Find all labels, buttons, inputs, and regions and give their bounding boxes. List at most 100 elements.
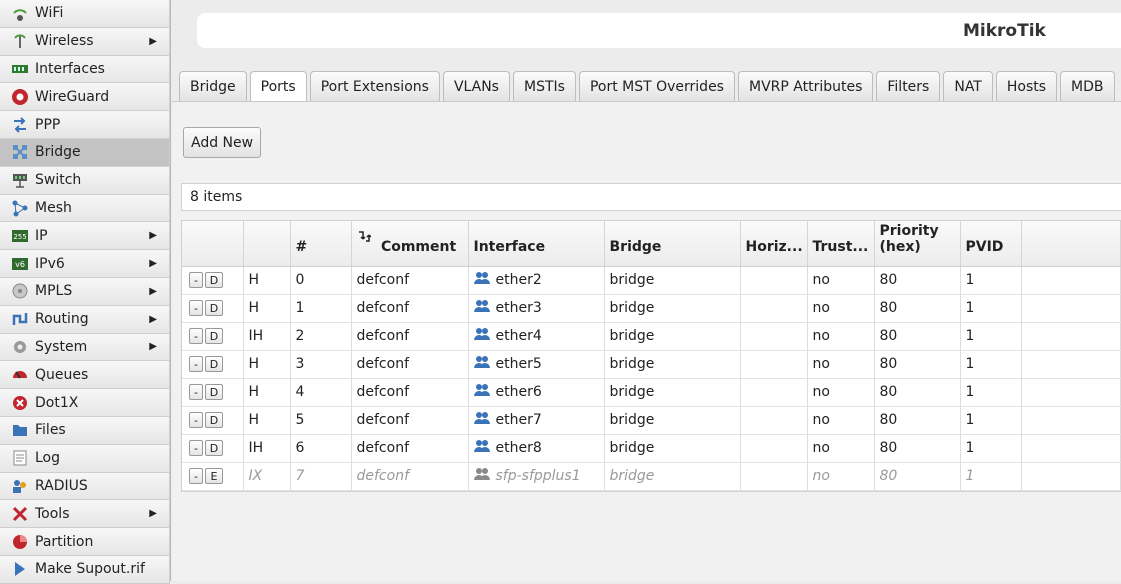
table-row[interactable]: - D H 3 defconf ether5 bridge no 80 1 (182, 350, 1121, 379)
sidebar-item-dot1x[interactable]: Dot1X (0, 389, 170, 417)
sidebar-item-wireguard[interactable]: WireGuard (0, 83, 170, 112)
tab-port-extensions[interactable]: Port Extensions (309, 71, 440, 101)
sidebar-item-routing[interactable]: Routing ▶ (0, 305, 170, 334)
row-number: 1 (290, 294, 352, 323)
row-interface[interactable]: sfp-sfpplus1 (468, 462, 605, 491)
col-interface-header[interactable]: Interface (468, 221, 605, 267)
content-panel: Add New 8 items # Comment Interface Brid… (172, 102, 1121, 581)
disable-button[interactable]: D (205, 272, 223, 288)
row-horizon (740, 434, 808, 463)
row-actions: -D (182, 294, 244, 323)
sidebar-item-partition[interactable]: Partition (0, 528, 170, 556)
system-icon (10, 338, 30, 356)
submenu-arrow-icon: ▶ (149, 258, 157, 270)
row-interface[interactable]: ether2 (468, 266, 605, 295)
sidebar-item-files[interactable]: Files (0, 416, 170, 445)
sidebar-item-mpls[interactable]: MPLS ▶ (0, 277, 170, 306)
tab-vlans[interactable]: VLANs (442, 71, 510, 101)
remove-button[interactable]: - (189, 300, 203, 316)
table-row[interactable]: - D H 4 defconf ether6 bridge no 80 1 (182, 378, 1121, 407)
disable-button[interactable]: D (205, 328, 223, 344)
tab-mstis[interactable]: MSTIs (512, 71, 576, 101)
row-interface[interactable]: ether6 (468, 378, 605, 407)
interface-icon (473, 271, 490, 289)
interface-icon (473, 383, 490, 401)
sidebar-item-system[interactable]: System ▶ (0, 333, 170, 362)
tab-port-mst-overrides[interactable]: Port MST Overrides (578, 71, 735, 101)
row-priority: 80 (874, 406, 961, 435)
tab-hosts[interactable]: Hosts (995, 71, 1058, 101)
sidebar-item-bridge[interactable]: Bridge (0, 138, 170, 167)
table-row[interactable]: - D H 5 defconf ether7 bridge no 80 1 (182, 406, 1121, 435)
bridge-icon (10, 143, 30, 161)
row-interface[interactable]: ether8 (468, 434, 605, 463)
row-comment: defconf (351, 406, 469, 435)
tab-mvrp-attributes[interactable]: MVRP Attributes (737, 71, 874, 101)
sidebar-item-ipv6[interactable]: v6 IPv6 ▶ (0, 250, 170, 278)
col-horizon-header[interactable]: Horiz... (740, 221, 808, 267)
col-trusted-header[interactable]: Trust... (807, 221, 875, 267)
col-priority-header[interactable]: Priority (hex) (874, 221, 961, 267)
disable-button[interactable]: D (205, 412, 223, 428)
col-number-header[interactable]: # (290, 221, 352, 267)
disable-button[interactable]: D (205, 300, 223, 316)
sidebar-item-label: RADIUS (35, 477, 88, 494)
row-flags: H (243, 294, 291, 323)
row-interface[interactable]: ether4 (468, 322, 605, 351)
sidebar-item-interfaces[interactable]: Interfaces (0, 55, 170, 84)
sidebar-item-wireless[interactable]: Wireless ▶ (0, 27, 170, 56)
remove-button[interactable]: - (189, 412, 203, 428)
remove-button[interactable]: - (189, 356, 203, 372)
table-row[interactable]: - E IX 7 defconf sfp-sfpplus1 bridge no 80 1 (182, 462, 1121, 491)
sidebar-item-radius[interactable]: RADIUS (0, 472, 170, 501)
tab-nat[interactable]: NAT (943, 71, 993, 101)
sidebar-item-make-supout-rif[interactable]: Make Supout.rif (0, 555, 170, 584)
row-horizon (740, 350, 808, 379)
table-row[interactable]: - D H 0 defconf ether2 bridge no 80 1 (182, 266, 1121, 295)
sidebar-item-ppp[interactable]: PPP (0, 111, 170, 139)
enable-button[interactable]: E (205, 468, 223, 484)
add-new-button[interactable]: Add New (183, 127, 262, 158)
row-trusted: no (807, 434, 875, 463)
row-interface[interactable]: ether7 (468, 406, 605, 435)
row-bridge: bridge (604, 378, 741, 407)
sidebar-item-switch[interactable]: Switch (0, 166, 170, 195)
row-bridge: bridge (604, 434, 741, 463)
remove-button[interactable]: - (189, 468, 203, 484)
row-comment: defconf (351, 378, 469, 407)
row-interface[interactable]: ether3 (468, 294, 605, 323)
items-count-bar: 8 items (181, 183, 1121, 211)
row-number: 6 (290, 434, 352, 463)
tab-filters[interactable]: Filters (876, 71, 941, 101)
sidebar-item-ip[interactable]: 255 IP ▶ (0, 222, 170, 251)
sidebar-item-label: Interfaces (35, 60, 105, 77)
row-number: 2 (290, 322, 352, 351)
table-row[interactable]: - D IH 6 defconf ether8 bridge no 80 1 (182, 434, 1121, 463)
row-actions: -E (182, 462, 244, 491)
disable-button[interactable]: D (205, 356, 223, 372)
dot1x-icon (10, 394, 30, 412)
row-trusted: no (807, 294, 875, 323)
table-row[interactable]: - D H 1 defconf ether3 bridge no 80 1 (182, 294, 1121, 323)
sidebar-item-log[interactable]: Log (0, 444, 170, 473)
sidebar-item-wifi[interactable]: WiFi (0, 0, 170, 28)
tab-ports[interactable]: Ports (249, 71, 307, 102)
remove-button[interactable]: - (189, 384, 203, 400)
sidebar-item-mesh[interactable]: Mesh (0, 194, 170, 223)
tab-mdb[interactable]: MDB (1060, 71, 1115, 101)
table-row[interactable]: - D IH 2 defconf ether4 bridge no 80 1 (182, 322, 1121, 351)
col-bridge-header[interactable]: Bridge (604, 221, 741, 267)
tab-bridge[interactable]: Bridge (179, 71, 247, 101)
disable-button[interactable]: D (205, 384, 223, 400)
row-flags: H (243, 406, 291, 435)
remove-button[interactable]: - (189, 272, 203, 288)
row-interface[interactable]: ether5 (468, 350, 605, 379)
disable-button[interactable]: D (205, 440, 223, 456)
col-comment-header[interactable]: Comment (351, 221, 469, 267)
remove-button[interactable]: - (189, 328, 203, 344)
remove-button[interactable]: - (189, 440, 203, 456)
sidebar-item-queues[interactable]: Queues (0, 361, 170, 390)
svg-text:255: 255 (13, 233, 26, 241)
col-pvid-header[interactable]: PVID (960, 221, 1022, 267)
sidebar-item-tools[interactable]: Tools ▶ (0, 500, 170, 529)
